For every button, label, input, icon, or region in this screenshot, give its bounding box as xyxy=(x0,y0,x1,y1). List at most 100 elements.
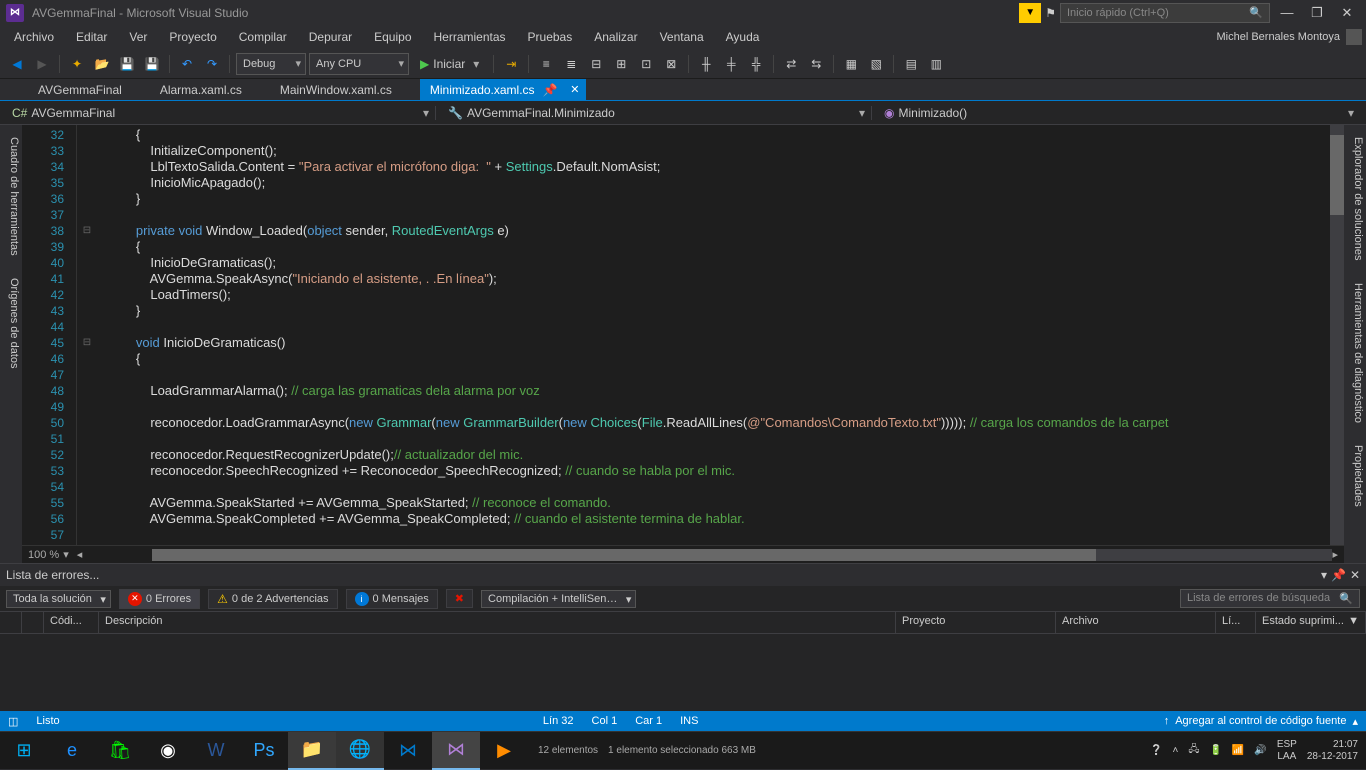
rail-diagnostics[interactable]: Herramientas de diagnóstico xyxy=(1346,277,1364,429)
publish-icon[interactable]: ↑ xyxy=(1164,715,1170,727)
col-suppressed[interactable]: Estado suprimi...▼ xyxy=(1256,612,1366,633)
step-button[interactable]: ⇥ xyxy=(500,53,522,75)
undo-button[interactable]: ↶ xyxy=(176,53,198,75)
tool-button[interactable]: ≡ xyxy=(535,53,557,75)
battery-icon[interactable]: 🔋 xyxy=(1209,745,1221,756)
build-filter[interactable]: ✖ xyxy=(446,589,473,608)
source-control[interactable]: Agregar al control de código fuente xyxy=(1175,715,1346,727)
explorer-icon[interactable]: 📁 xyxy=(288,732,336,770)
project-combo[interactable]: C# AVGemmaFinal▾ xyxy=(6,106,436,120)
tool-button[interactable]: ▦ xyxy=(840,53,862,75)
messages-filter[interactable]: i0 Mensajes xyxy=(346,589,438,609)
col-description[interactable]: Descripción xyxy=(99,612,896,633)
scope-combo[interactable]: Toda la solución xyxy=(6,590,111,608)
menu-equipo[interactable]: Equipo xyxy=(364,27,421,47)
col-file[interactable]: Archivo xyxy=(1056,612,1216,633)
col-project[interactable]: Proyecto xyxy=(896,612,1056,633)
horizontal-scrollbar[interactable] xyxy=(152,549,1332,561)
app-icon[interactable]: ◉ xyxy=(144,732,192,770)
close-icon[interactable]: ✕ xyxy=(570,83,579,96)
save-all-button[interactable]: 💾 xyxy=(141,53,163,75)
chrome-icon[interactable]: 🌐 xyxy=(336,732,384,770)
member-combo[interactable]: ◉ Minimizado()▾ xyxy=(878,106,1360,120)
tool-button[interactable]: ▤ xyxy=(900,53,922,75)
build-combo[interactable]: Compilación + IntelliSen… xyxy=(481,590,636,608)
close-button[interactable]: ✕ xyxy=(1334,5,1360,21)
fold-column[interactable]: ⊟⊟ xyxy=(77,125,97,545)
tool-button[interactable]: ⊠ xyxy=(660,53,682,75)
close-icon[interactable]: ✕ xyxy=(1350,568,1360,582)
user-name[interactable]: Michel Bernales Montoya xyxy=(1216,31,1340,43)
minimize-button[interactable]: — xyxy=(1274,5,1300,20)
tab-alarma[interactable]: Alarma.xaml.cs xyxy=(150,79,270,100)
help-icon[interactable]: ❔ xyxy=(1150,745,1162,756)
language-indicator[interactable]: ESPLAA xyxy=(1277,739,1297,763)
tool-button[interactable]: ╫ xyxy=(695,53,717,75)
tool-button[interactable]: ╬ xyxy=(745,53,767,75)
tool-button[interactable]: ⊞ xyxy=(610,53,632,75)
redo-button[interactable]: ↷ xyxy=(201,53,223,75)
tool-button[interactable]: ╪ xyxy=(720,53,742,75)
dropdown-icon[interactable]: ▾ xyxy=(1321,568,1327,582)
filter-icon[interactable]: ▼ xyxy=(1348,615,1359,630)
tab-minimizado[interactable]: Minimizado.xaml.cs📌✕ xyxy=(420,79,586,100)
tab-avgemmafinal[interactable]: AVGemmaFinal xyxy=(28,79,150,100)
word-icon[interactable]: W xyxy=(192,732,240,770)
col-code[interactable]: Códi... xyxy=(44,612,99,633)
tool-button[interactable]: ▥ xyxy=(925,53,947,75)
menu-editar[interactable]: Editar xyxy=(66,27,117,47)
tool-button[interactable]: ≣ xyxy=(560,53,582,75)
menu-herramientas[interactable]: Herramientas xyxy=(424,27,516,47)
menu-depurar[interactable]: Depurar xyxy=(299,27,362,47)
vertical-scrollbar[interactable] xyxy=(1330,125,1344,545)
new-project-button[interactable]: ✦ xyxy=(66,53,88,75)
menu-ayuda[interactable]: Ayuda xyxy=(716,27,770,47)
store-icon[interactable]: 🛍 xyxy=(96,732,144,770)
col-icon[interactable] xyxy=(0,612,22,633)
tool-button[interactable]: ⊟ xyxy=(585,53,607,75)
zoom-level[interactable]: 100 % xyxy=(28,549,59,561)
tool-button[interactable]: ⇄ xyxy=(780,53,802,75)
col-line[interactable]: Lí... xyxy=(1216,612,1256,633)
rail-datasources[interactable]: Orígenes de datos xyxy=(2,272,20,375)
code-area[interactable]: { InitializeComponent(); LblTextoSalida.… xyxy=(97,125,1344,545)
menu-compilar[interactable]: Compilar xyxy=(229,27,297,47)
clock[interactable]: 21:0728-12-2017 xyxy=(1307,739,1358,763)
open-button[interactable]: 📂 xyxy=(91,53,113,75)
menu-archivo[interactable]: Archivo xyxy=(4,27,64,47)
menu-analizar[interactable]: Analizar xyxy=(584,27,647,47)
user-avatar-icon[interactable] xyxy=(1346,29,1362,45)
forward-button[interactable]: ▶ xyxy=(31,53,53,75)
ie-icon[interactable]: e xyxy=(48,732,96,770)
warnings-filter[interactable]: ⚠0 de 2 Advertencias xyxy=(208,589,337,609)
tool-button[interactable]: ⊡ xyxy=(635,53,657,75)
menu-pruebas[interactable]: Pruebas xyxy=(518,27,583,47)
menu-proyecto[interactable]: Proyecto xyxy=(159,27,226,47)
notification-badge[interactable]: ▼ xyxy=(1019,3,1041,23)
errors-filter[interactable]: ✕0 Errores xyxy=(119,589,200,609)
start-button[interactable]: ▶Iniciar▾ xyxy=(412,53,487,75)
rail-properties[interactable]: Propiedades xyxy=(1346,439,1364,513)
visualstudio-icon[interactable]: ⋈ xyxy=(432,732,480,770)
rail-toolbox[interactable]: Cuadro de herramientas xyxy=(2,131,20,262)
class-combo[interactable]: 🔧 AVGemmaFinal.Minimizado▾ xyxy=(442,106,872,120)
code-editor[interactable]: 3233343536373839404142434445464748495051… xyxy=(22,125,1344,545)
tool-button[interactable]: ▧ xyxy=(865,53,887,75)
vscode-icon[interactable]: ⋈ xyxy=(384,732,432,770)
save-button[interactable]: 💾 xyxy=(116,53,138,75)
tray-chevron-icon[interactable]: ˄ xyxy=(1172,745,1178,756)
pin-icon[interactable]: 📌 xyxy=(1331,568,1346,582)
maximize-button[interactable]: ❐ xyxy=(1304,5,1330,21)
errorlist-search[interactable]: Lista de errores de búsqueda🔍 xyxy=(1180,589,1360,608)
start-menu-button[interactable]: ⊞ xyxy=(0,732,48,770)
volume-icon[interactable]: 🔊 xyxy=(1254,745,1266,756)
config-combo[interactable]: Debug xyxy=(236,53,306,75)
col-severity[interactable] xyxy=(22,612,44,633)
flag-icon[interactable]: ⚑ xyxy=(1045,6,1056,20)
quick-launch-input[interactable]: Inicio rápido (Ctrl+Q)🔍 xyxy=(1060,3,1270,23)
rail-solution-explorer[interactable]: Explorador de soluciones xyxy=(1346,131,1364,267)
back-button[interactable]: ◀ xyxy=(6,53,28,75)
tab-mainwindow[interactable]: MainWindow.xaml.cs xyxy=(270,79,420,100)
network-icon[interactable]: 🖧 xyxy=(1188,742,1199,759)
media-icon[interactable]: ▶ xyxy=(480,732,528,770)
